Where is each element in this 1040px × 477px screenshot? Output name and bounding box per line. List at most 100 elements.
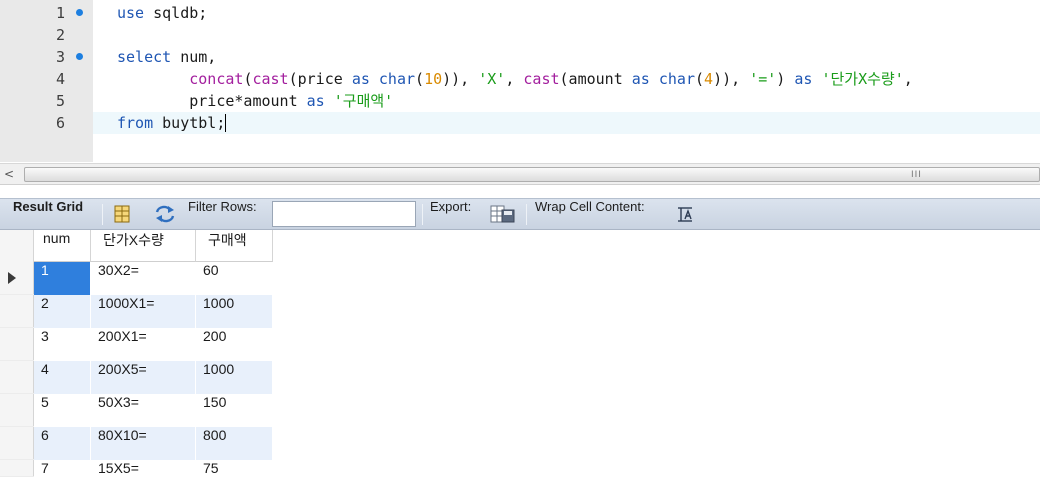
cell-purchase-amount[interactable]: 150 <box>196 394 273 427</box>
string-literal: '단가X수량' <box>821 70 904 88</box>
cell-num[interactable]: 3 <box>34 328 91 361</box>
row-header[interactable] <box>0 460 34 477</box>
cell-purchase-amount[interactable]: 75 <box>196 460 273 477</box>
refresh-icon[interactable] <box>153 204 177 224</box>
cell-num[interactable]: 1 <box>34 262 91 295</box>
keyword: as <box>351 70 370 88</box>
cell-price-x-amount[interactable]: 15X5= <box>91 460 196 477</box>
code-line-1[interactable]: use sqldb; <box>93 2 1040 24</box>
sql-editor[interactable]: 1 2 3 4 5 6 use sqldb; select num, conca… <box>0 0 1040 162</box>
function-name: cast <box>252 70 289 88</box>
cell-price-x-amount[interactable]: 1000X1= <box>91 295 196 328</box>
gutter-line-1[interactable]: 1 <box>0 2 93 24</box>
scroll-left-arrow-icon[interactable]: < <box>0 164 18 184</box>
number-literal: 4 <box>704 70 714 88</box>
keyword: as <box>306 92 325 110</box>
keyword: as <box>631 70 650 88</box>
line-number-gutter[interactable]: 1 2 3 4 5 6 <box>0 0 93 162</box>
cell-num[interactable]: 2 <box>34 295 91 328</box>
gutter-line-4[interactable]: 4 <box>0 68 93 90</box>
keyword: from <box>117 114 154 132</box>
keyword: char <box>378 70 416 88</box>
cell-price-x-amount[interactable]: 50X3= <box>91 394 196 427</box>
row-header[interactable] <box>0 328 34 361</box>
code-text: )), <box>442 70 479 88</box>
form-editor-icon[interactable] <box>112 204 132 224</box>
code-line-3[interactable]: select num, <box>93 46 1040 68</box>
keyword: select <box>117 48 172 66</box>
current-row-arrow-icon <box>8 272 16 284</box>
line-number: 2 <box>55 26 65 44</box>
code-text: buytbl; <box>153 114 226 132</box>
code-text: num, <box>171 48 217 66</box>
cell-price-x-amount[interactable]: 200X1= <box>91 328 196 361</box>
keyword: use <box>117 4 145 22</box>
code-text: , <box>903 70 913 88</box>
filter-rows-label: Filter Rows: <box>188 199 257 214</box>
gutter-line-2[interactable]: 2 <box>0 24 93 46</box>
code-text: (price <box>288 70 352 88</box>
code-text: , <box>505 70 524 88</box>
code-area[interactable]: use sqldb; select num, concat(cast(price… <box>93 0 1040 162</box>
cell-purchase-amount[interactable]: 200 <box>196 328 273 361</box>
code-text: ) <box>776 70 795 88</box>
cell-purchase-amount[interactable]: 1000 <box>196 361 273 394</box>
column-header-price-x-amount[interactable]: 단가X수량 <box>91 230 196 262</box>
cell-purchase-amount[interactable]: 1000 <box>196 295 273 328</box>
toolbar-separator <box>102 204 103 225</box>
row-header[interactable] <box>0 427 34 460</box>
cell-num[interactable]: 6 <box>34 427 91 460</box>
result-toolbar: Result Grid Filter Rows: Export: Wrap Ce… <box>0 198 1040 230</box>
string-literal: 'X' <box>478 70 506 88</box>
code-text: sqldb; <box>144 4 208 22</box>
result-grid[interactable]: num 단가X수량 구매액 1 30X2= 60 2 1000X1= 1000 … <box>0 230 1040 477</box>
cell-price-x-amount[interactable]: 30X2= <box>91 262 196 295</box>
column-header-num[interactable]: num <box>34 230 91 262</box>
function-name: cast <box>523 70 560 88</box>
line-number: 3 <box>55 48 65 66</box>
cell-price-x-amount[interactable]: 200X5= <box>91 361 196 394</box>
line-number: 5 <box>55 92 65 110</box>
code-text: (amount <box>559 70 632 88</box>
number-literal: 10 <box>424 70 443 88</box>
cell-purchase-amount[interactable]: 60 <box>196 262 273 295</box>
row-header[interactable] <box>0 262 34 295</box>
row-header[interactable] <box>0 394 34 427</box>
scrollbar-grip-icon: III <box>911 170 922 180</box>
export-label: Export: <box>430 199 472 214</box>
filter-rows-input[interactable] <box>272 201 416 227</box>
toolbar-separator <box>422 204 423 225</box>
code-line-5[interactable]: price*amount as '구매액' <box>93 90 1040 112</box>
column-header-purchase-amount[interactable]: 구매액 <box>196 230 273 262</box>
cell-num[interactable]: 4 <box>34 361 91 394</box>
string-literal: '구매액' <box>333 92 394 110</box>
code-line-4[interactable]: concat(cast(price as char(10)), 'X', cas… <box>93 68 1040 90</box>
cell-purchase-amount[interactable]: 800 <box>196 427 273 460</box>
wrap-text-icon[interactable] <box>675 204 695 224</box>
text-caret <box>225 114 227 132</box>
row-header[interactable] <box>0 295 34 328</box>
cell-price-x-amount[interactable]: 80X10= <box>91 427 196 460</box>
string-literal: '=' <box>749 70 777 88</box>
function-name: concat <box>189 70 244 88</box>
row-header[interactable] <box>0 361 34 394</box>
cell-num[interactable]: 7 <box>34 460 91 477</box>
panel-splitter[interactable] <box>0 185 1040 198</box>
line-number: 6 <box>55 114 65 132</box>
line-number: 4 <box>55 70 65 88</box>
gutter-line-6[interactable]: 6 <box>0 112 93 134</box>
editor-horizontal-scrollbar[interactable]: < III <box>0 163 1040 185</box>
code-text: )), <box>713 70 750 88</box>
code-line-6[interactable]: from buytbl; <box>93 112 1040 134</box>
gutter-line-5[interactable]: 5 <box>0 90 93 112</box>
cell-num[interactable]: 5 <box>34 394 91 427</box>
result-grid-tab[interactable]: Result Grid <box>13 199 83 229</box>
export-icon[interactable] <box>490 204 516 224</box>
keyword: char <box>658 70 695 88</box>
scrollbar-thumb[interactable]: III <box>24 167 1040 182</box>
gutter-line-3[interactable]: 3 <box>0 46 93 68</box>
